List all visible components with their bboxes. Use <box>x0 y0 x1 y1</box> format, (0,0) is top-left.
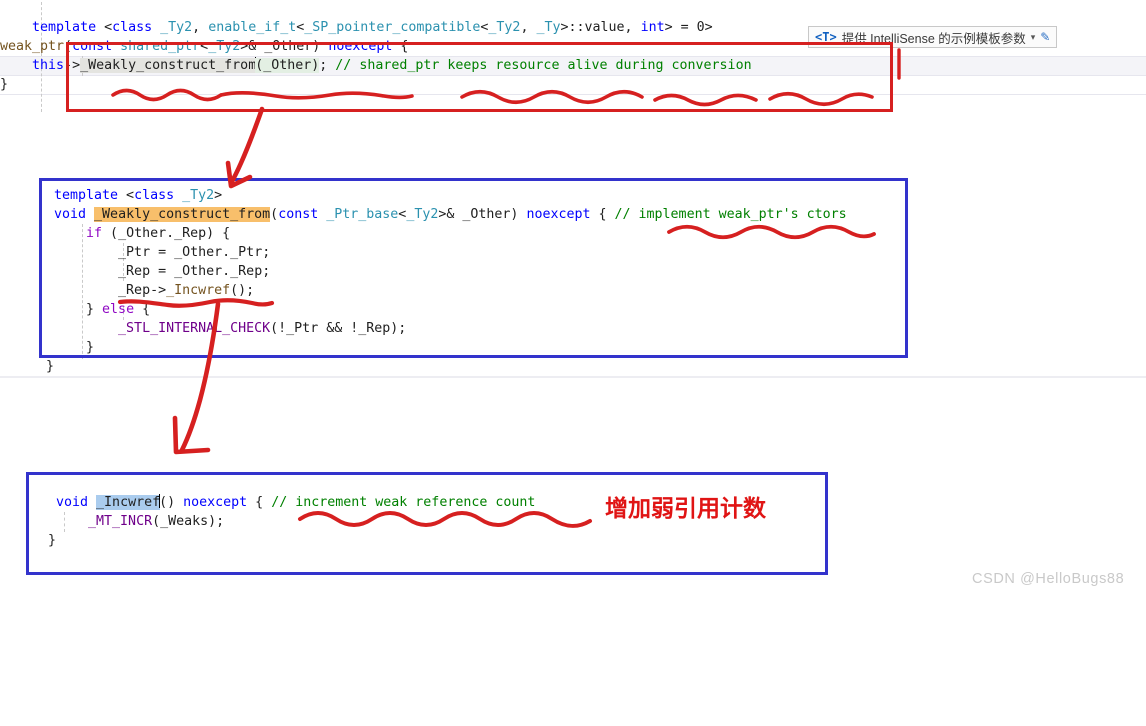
token-this: this <box>32 58 65 73</box>
annotation-box-blue-middle <box>39 178 908 358</box>
token-value: value <box>584 20 625 35</box>
token-weak-ptr: weak_ptr <box>0 39 65 54</box>
token-class: class <box>112 20 153 35</box>
token-sp-pointer-compatible: _SP_pointer_compatible <box>304 20 481 35</box>
arrow-middle-to-bottom-head <box>172 415 211 455</box>
annotation-box-blue-bottom <box>26 472 828 575</box>
token-ty2: _Ty2 <box>160 20 193 35</box>
chevron-down-icon[interactable]: ▾ <box>1031 32 1036 43</box>
csdn-watermark: CSDN @HelloBugs88 <box>972 571 1125 587</box>
code-line: template <class _Ty2, enable_if_t<_SP_po… <box>32 20 713 35</box>
token-template: template <box>32 20 97 35</box>
arrow-top-to-middle-shaft <box>228 106 265 186</box>
token-zero: 0 <box>696 20 705 35</box>
pencil-edit-icon[interactable]: ✎ <box>1040 30 1050 44</box>
code-line: } <box>46 359 55 374</box>
token-enable-if-t: enable_if_t <box>208 20 297 35</box>
token-ty: _Ty <box>536 20 561 35</box>
chinese-annotation-increment-weak-ref: 增加弱引用计数 <box>605 496 766 522</box>
screenshot-root: template <class _Ty2, enable_if_t<_SP_po… <box>0 0 1146 599</box>
line-band-edge <box>0 376 1146 378</box>
token-int: int <box>640 20 665 35</box>
annotation-box-red-top <box>66 42 893 112</box>
token-ty2: _Ty2 <box>488 20 521 35</box>
code-line: } <box>0 77 9 92</box>
